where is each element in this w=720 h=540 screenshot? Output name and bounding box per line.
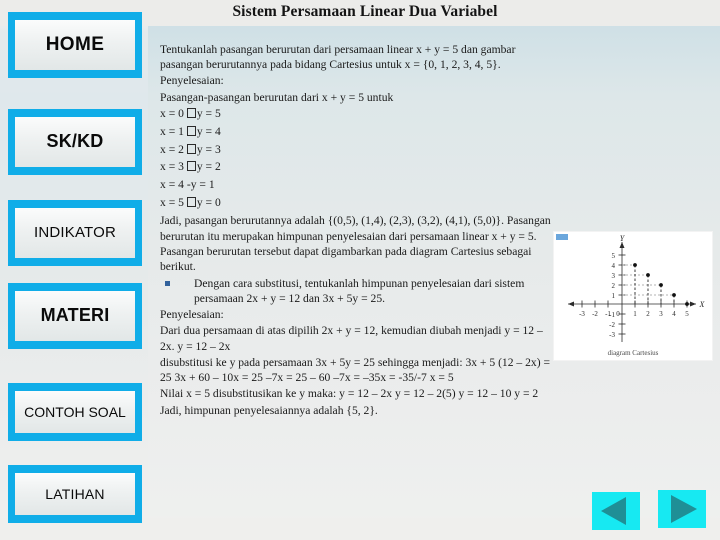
equation-right-4: y = 2 <box>196 160 221 174</box>
equation-right-2: y = 4 <box>196 124 221 138</box>
sidebar-item-skkd[interactable]: SK/KD <box>8 109 142 175</box>
cartesian-diagram-image[interactable]: -3 -2 -1 0 1 2 3 4 5 5 4 3 2 1 -1 -2 -3 … <box>553 231 713 361</box>
equation-left-2: x = 1 <box>160 124 184 138</box>
sidebar-item-materi-label: MATERI <box>15 291 135 341</box>
svg-text:1: 1 <box>633 310 637 318</box>
right-triangle-icon <box>671 495 697 523</box>
equation-row-6: x = 5 y = 0 <box>160 195 560 212</box>
x-axis-label: X <box>699 300 706 309</box>
dari-dua-persamaan-paragraph: Dari dua persamaan di atas dipilih 2x + … <box>160 324 543 353</box>
equation-row-5: x = 4 -y = 1 <box>160 178 215 192</box>
arrow-glyph-missing-icon <box>186 196 196 207</box>
cartesian-diagram-svg: -3 -2 -1 0 1 2 3 4 5 5 4 3 2 1 -1 -2 -3 … <box>568 234 706 342</box>
arrow-glyph-missing-icon <box>186 143 196 154</box>
previous-slide-button[interactable] <box>592 492 640 530</box>
sidebar-item-contoh-soal-label: CONTOH SOAL <box>15 391 135 433</box>
sidebar-item-indikator-label: INDIKATOR <box>15 208 135 258</box>
lesson-body: Tentukanlah pasangan berurutan dari pers… <box>160 42 560 419</box>
next-slide-button[interactable] <box>658 490 706 528</box>
equation-row-1: x = 0 y = 5 <box>160 106 560 123</box>
svg-text:1: 1 <box>612 292 616 300</box>
arrow-glyph-missing-icon <box>186 125 196 136</box>
sidebar-item-contoh-soal[interactable]: CONTOH SOAL <box>8 383 142 441</box>
svg-text:3: 3 <box>612 272 616 280</box>
equation-left-4: x = 3 <box>160 160 184 174</box>
svg-text:-2: -2 <box>609 321 615 329</box>
equation-right-6: y = 0 <box>196 195 221 209</box>
penyelesaian-label-2: Penyelesaian: <box>160 308 224 322</box>
bullet-item-substitusi-text: Dengan cara substitusi, tentukanlah himp… <box>194 276 525 305</box>
arrow-glyph-missing-icon <box>186 161 196 172</box>
equation-left-5: x = 4 <box>160 178 184 192</box>
svg-text:-2: -2 <box>592 310 598 318</box>
x-axis-arrowhead-icon <box>690 301 696 307</box>
slide-canvas: HOME SK/KD INDIKATOR MATERI CONTOH SOAL … <box>0 0 720 540</box>
sidebar-item-indikator[interactable]: INDIKATOR <box>8 200 142 266</box>
svg-text:0: 0 <box>616 310 620 318</box>
pasangan-intro-line: Pasangan-pasangan berurutan dari x + y =… <box>160 90 394 104</box>
svg-text:5: 5 <box>685 310 689 318</box>
sidebar-item-latihan[interactable]: LATIHAN <box>8 465 142 523</box>
y-axis-label: Y <box>620 234 626 243</box>
equation-row-3: x = 2 y = 3 <box>160 142 560 159</box>
svg-text:5: 5 <box>612 252 616 260</box>
figure-caption: diagram Cartesius <box>607 349 659 357</box>
equation-right-1: y = 5 <box>196 106 221 120</box>
intro-paragraph: Tentukanlah pasangan berurutan dari pers… <box>160 43 516 72</box>
sidebar-item-skkd-label: SK/KD <box>15 117 135 167</box>
equation-right-3: y = 3 <box>196 142 221 156</box>
square-bullet-icon <box>165 280 170 286</box>
himpunan-paragraph: berurutan itu merupakan himpunan penyele… <box>160 229 537 274</box>
svg-text:-1: -1 <box>609 311 615 319</box>
penyelesaian-label-1: Penyelesaian: <box>160 74 224 88</box>
jadi-pasangan-paragraph: Jadi, pasangan berurutannya adalah {(0,5… <box>160 213 551 227</box>
equation-right-5: y = 1 <box>190 178 215 192</box>
equation-left-1: x = 0 <box>160 106 184 120</box>
svg-text:-3: -3 <box>609 331 615 339</box>
sidebar-item-materi[interactable]: MATERI <box>8 283 142 349</box>
svg-text:2: 2 <box>612 282 616 290</box>
sidebar-item-latihan-label: LATIHAN <box>15 473 135 515</box>
left-triangle-icon <box>601 497 626 525</box>
sidebar-item-home[interactable]: HOME <box>8 12 142 78</box>
equation-left-3: x = 2 <box>160 142 184 156</box>
equation-row-2: x = 1 y = 4 <box>160 124 560 141</box>
nilai-x-paragraph: Nilai x = 5 disubstitusikan ke y maka: y… <box>160 387 539 401</box>
sidebar-navigation: HOME SK/KD INDIKATOR MATERI CONTOH SOAL … <box>0 0 150 540</box>
svg-text:2: 2 <box>646 310 650 318</box>
x-axis-arrowhead-left-icon <box>568 301 574 307</box>
disubstitusi-paragraph: disubstitusi ke y pada persamaan 3x + 5y… <box>160 355 551 385</box>
svg-text:3: 3 <box>659 310 663 318</box>
svg-text:-3: -3 <box>579 310 585 318</box>
bullet-item-substitusi: Dengan cara substitusi, tentukanlah himp… <box>160 276 560 306</box>
sidebar-item-home-label: HOME <box>15 20 135 70</box>
kesimpulan-paragraph: Jadi, himpunan penyelesaiannya adalah {5… <box>160 403 378 417</box>
page-title: Sistem Persamaan Linear Dua Variabel <box>232 3 498 20</box>
arrow-glyph-missing-icon <box>186 107 196 118</box>
equation-row-4: x = 3 y = 2 <box>160 159 560 176</box>
equation-left-6: x = 5 <box>160 195 184 209</box>
svg-text:4: 4 <box>612 262 616 270</box>
svg-text:4: 4 <box>672 310 676 318</box>
